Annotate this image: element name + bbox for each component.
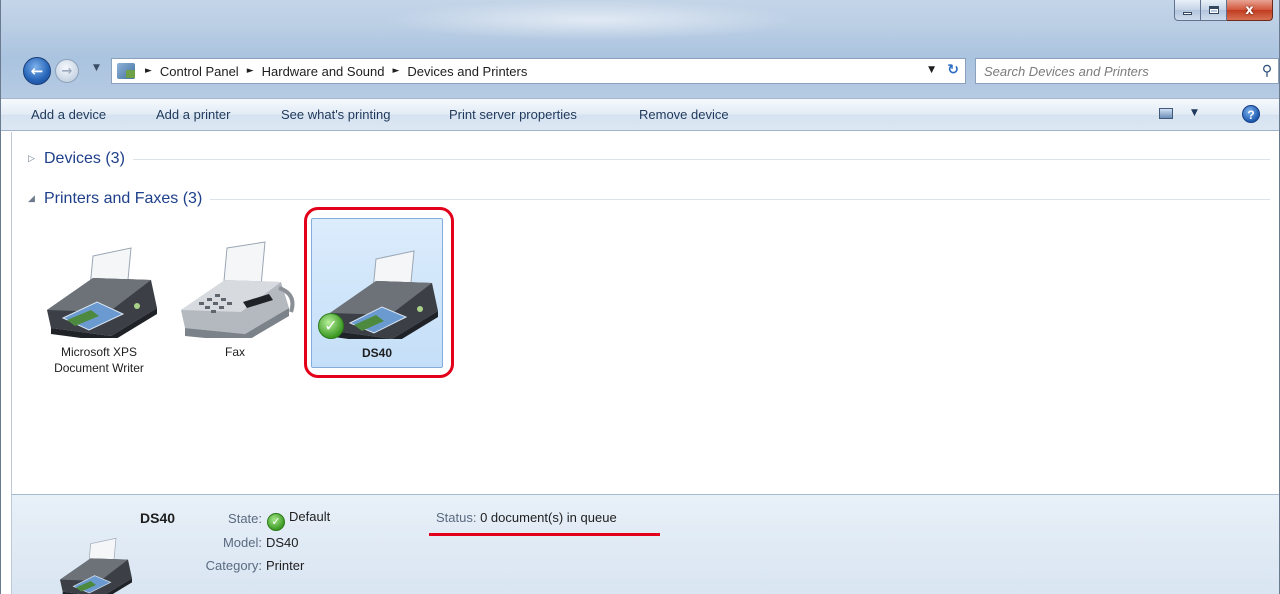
status-underline-annotation: [429, 533, 660, 536]
control-panel-icon: [117, 63, 135, 79]
default-check-icon: ✓: [267, 513, 285, 531]
remove-device-button[interactable]: Remove device: [639, 107, 729, 122]
printer-item-fax[interactable]: Fax: [169, 218, 301, 368]
see-whats-printing-button[interactable]: See what's printing: [281, 107, 390, 122]
forward-arrow-icon: →: [61, 63, 73, 79]
back-arrow-icon: ←: [30, 62, 44, 80]
status-key: Status:: [436, 510, 477, 525]
command-bar: Add a device Add a printer See what's pr…: [1, 98, 1279, 131]
printer-label-line1: Microsoft XPS: [60, 345, 138, 359]
default-check-icon: ✓: [318, 313, 344, 339]
model-value: DS40: [266, 535, 299, 550]
address-bar[interactable]: ► Control Panel ► Hardware and Sound ► Device…: [111, 58, 966, 84]
maximize-icon: [1208, 6, 1219, 14]
minimize-button[interactable]: [1174, 0, 1201, 21]
category-key: Category:: [205, 558, 262, 573]
fax-icon: [181, 241, 295, 342]
change-view-icon[interactable]: [1159, 108, 1173, 119]
maximize-button[interactable]: [1201, 0, 1227, 21]
devices-and-printers-window: x ← → ▼ ► Control Panel ► Hardware and Soun…: [0, 0, 1280, 594]
printer-label: DS40: [361, 346, 393, 360]
printer-item-ds40[interactable]: ✓ DS40: [311, 218, 443, 368]
state-value: ✓ Default: [265, 509, 330, 531]
refresh-icon[interactable]: ↻: [947, 62, 959, 78]
breadcrumb-separator-icon[interactable]: ►: [247, 66, 254, 76]
add-a-printer-button[interactable]: Add a printer: [156, 107, 230, 122]
printer-item-xps[interactable]: Microsoft XPS Document Writer: [33, 218, 165, 375]
close-icon: x: [1245, 2, 1254, 18]
breadcrumb-separator-icon[interactable]: ►: [145, 66, 152, 76]
breadcrumb-item[interactable]: Control Panel: [160, 64, 239, 79]
breadcrumb: ► Control Panel ► Hardware and Sound ► Device…: [137, 64, 527, 79]
breadcrumb-separator-icon[interactable]: ►: [392, 66, 399, 76]
state-value-text: Default: [289, 509, 331, 524]
help-button[interactable]: ?: [1242, 105, 1260, 123]
details-device-name: DS40: [140, 510, 176, 526]
breadcrumb-item[interactable]: Devices and Printers: [407, 64, 527, 79]
group-title: Printers and Faxes (3): [44, 190, 203, 207]
printer-label: Microsoft XPS Document Writer: [33, 344, 165, 376]
printer-label-line2: Document Writer: [54, 361, 144, 375]
view-options-dropdown-icon[interactable]: ▼: [1191, 108, 1198, 118]
printer-icon: [60, 537, 132, 594]
recent-pages-dropdown-icon[interactable]: ▼: [93, 63, 100, 73]
window-controls: x: [1174, 0, 1273, 21]
print-server-properties-button[interactable]: Print server properties: [449, 107, 577, 122]
search-icon[interactable]: ⚲: [1256, 63, 1278, 79]
model-key: Model:: [222, 535, 262, 550]
navigation-row: ← → ▼ ► Control Panel ► Hardware and Sound ►…: [1, 54, 1279, 88]
search-input[interactable]: [976, 60, 1256, 82]
details-pane: DS40 State: ✓ Default Model: DS40 Categor…: [11, 494, 1279, 594]
forward-button[interactable]: →: [55, 59, 79, 83]
add-a-device-button[interactable]: Add a device: [31, 107, 106, 122]
close-button[interactable]: x: [1227, 0, 1273, 21]
status-value: 0 document(s) in queue: [480, 510, 617, 525]
search-box[interactable]: ⚲: [975, 58, 1279, 84]
breadcrumb-item[interactable]: Hardware and Sound: [262, 64, 385, 79]
status-line: Status: 0 document(s) in queue: [436, 510, 617, 525]
collapse-arrow-icon[interactable]: ◢: [28, 194, 42, 204]
minimize-icon: [1183, 11, 1192, 15]
expand-arrow-icon[interactable]: ▷: [28, 154, 42, 164]
devices-content-area: ▷ Devices (3) ◢ Printers and Faxes (3) M…: [11, 132, 1279, 494]
group-divider: [210, 198, 1270, 200]
group-printers-header[interactable]: ◢ Printers and Faxes (3): [12, 186, 1270, 212]
group-title: Devices (3): [44, 150, 125, 167]
category-value: Printer: [266, 558, 305, 573]
address-dropdown-icon[interactable]: ▼: [928, 65, 935, 75]
title-bar: x ← → ▼ ► Control Panel ► Hardware and Soun…: [1, 0, 1279, 98]
fax-label: Fax: [224, 345, 245, 359]
group-devices-header[interactable]: ▷ Devices (3): [12, 146, 1270, 172]
printer-icon: [47, 247, 157, 342]
back-button[interactable]: ←: [23, 57, 51, 85]
group-divider: [132, 158, 1270, 160]
state-key: State:: [228, 511, 262, 526]
